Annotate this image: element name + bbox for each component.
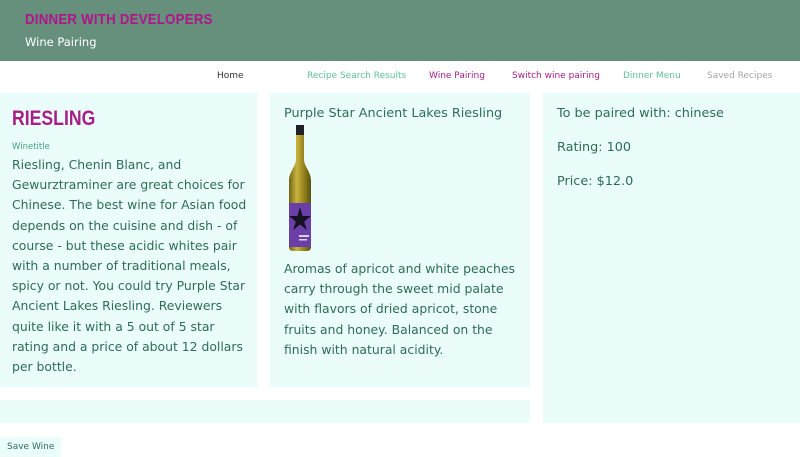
product-description: Aromas of apricot and white peaches carr… — [284, 261, 515, 357]
nav-dinner-menu-link[interactable]: Dinner Menu — [623, 71, 681, 81]
nav-wine-pairing-link[interactable]: Wine Pairing — [429, 71, 485, 81]
wine-details-card: To be paired with: chinese Rating: 100 P… — [543, 93, 800, 423]
empty-card — [0, 400, 530, 423]
header-bar: DINNER WITH DEVELOPERS Wine Pairing — [0, 0, 800, 61]
save-wine-button[interactable]: Save Wine — [0, 437, 62, 457]
rating-text: Rating: 100 — [557, 140, 632, 155]
page-subtitle: Wine Pairing — [25, 35, 97, 49]
brand-title[interactable]: DINNER WITH DEVELOPERS — [25, 11, 213, 28]
product-title: Purple Star Ancient Lakes Riesling — [284, 106, 503, 121]
main-nav: Home Recipe Search Results Wine Pairing … — [0, 71, 800, 85]
wine-heading: Riesling — [12, 107, 96, 130]
price-text: Price: $12.0 — [557, 174, 634, 189]
nav-switch-wine-pairing-link[interactable]: Switch wine pairing — [512, 71, 600, 81]
nav-home-link[interactable]: Home — [217, 71, 244, 81]
wine-pairing-card: Riesling Winetitle Riesling, Chenin Blan… — [0, 93, 257, 387]
paired-with-text: To be paired with: chinese — [557, 106, 724, 121]
nav-saved-recipes-link[interactable]: Saved Recipes — [707, 71, 772, 81]
nav-recipe-search-results-link[interactable]: Recipe Search Results — [307, 71, 406, 81]
wine-product-card: Purple Star Ancient Lakes Riesling Aroma… — [270, 93, 530, 387]
wine-caption: Winetitle — [12, 142, 50, 152]
pairing-text: Riesling, Chenin Blanc, and Gewurztramin… — [12, 157, 247, 375]
wine-bottle-image — [289, 125, 311, 251]
